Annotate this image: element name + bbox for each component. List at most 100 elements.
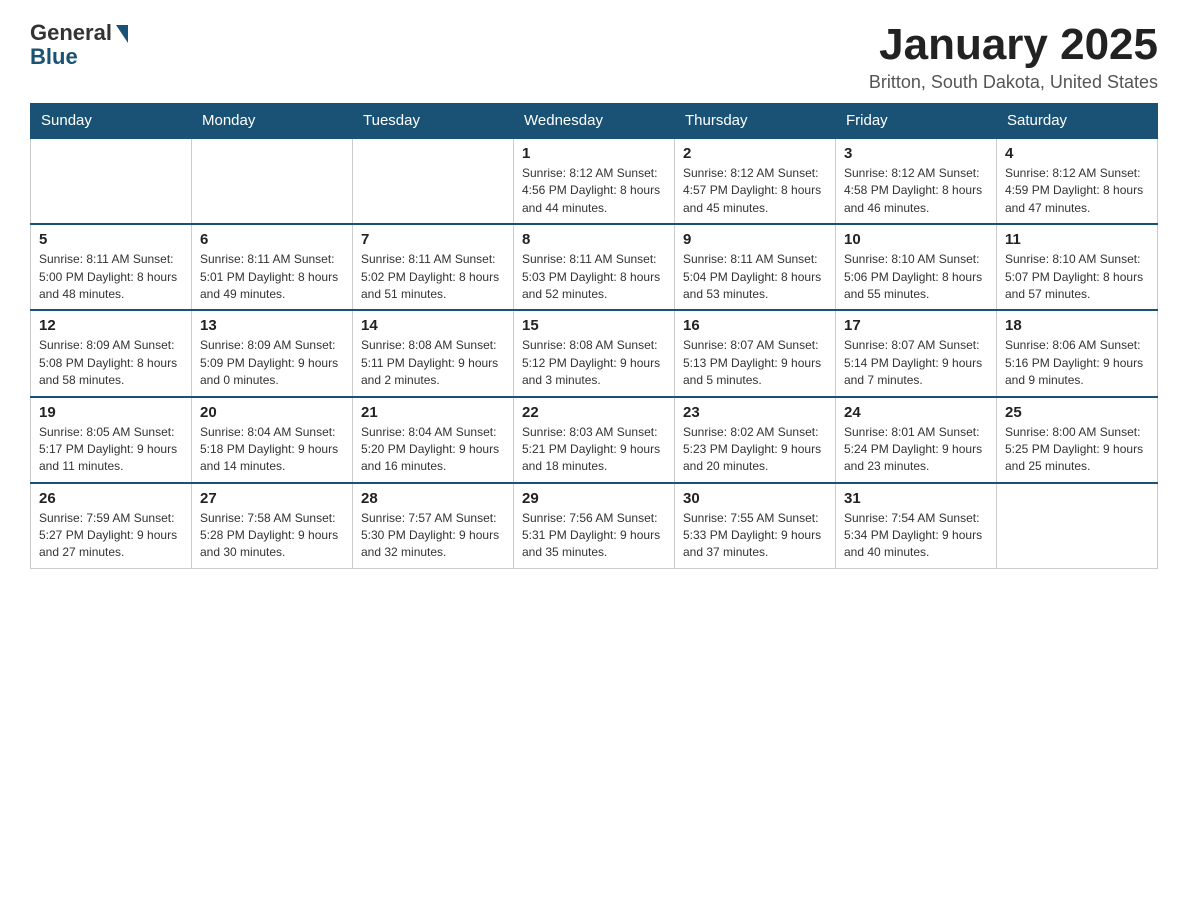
- column-header-sunday: Sunday: [31, 104, 192, 139]
- calendar-cell: 20Sunrise: 8:04 AM Sunset: 5:18 PM Dayli…: [192, 397, 353, 483]
- day-number: 2: [683, 145, 827, 162]
- calendar-cell: 25 Sunrise: 8:00 AM Sunset: 5:25 PM Dayli…: [997, 397, 1158, 483]
- day-info: Sunrise: 8:07 AM Sunset: 5:13 PM Dayligh…: [683, 337, 827, 389]
- calendar-cell: 12 Sunrise: 8:09 AM Sunset: 5:08 PM Dayli…: [31, 310, 192, 396]
- calendar-week-row: 1Sunrise: 8:12 AM Sunset: 4:56 PM Daylig…: [31, 138, 1158, 224]
- day-number: 29: [522, 490, 666, 507]
- day-info: Sunrise: 8:10 AM Sunset: 5:06 PM Dayligh…: [844, 251, 988, 303]
- calendar-cell: [192, 138, 353, 224]
- day-info: Sunrise: 8:00 AM Sunset: 5:25 PM Dayligh…: [1005, 424, 1149, 476]
- day-info: Sunrise: 8:11 AM Sunset: 5:01 PM Dayligh…: [200, 251, 344, 303]
- day-info: Sunrise: 8:11 AM Sunset: 5:00 PM Dayligh…: [39, 251, 183, 303]
- day-number: 12: [39, 317, 183, 334]
- day-number: 7: [361, 231, 505, 248]
- day-number: 9: [683, 231, 827, 248]
- calendar-week-row: 26Sunrise: 7:59 AM Sunset: 5:27 PM Dayli…: [31, 483, 1158, 569]
- day-number: 13: [200, 317, 344, 334]
- day-info: Sunrise: 8:08 AM Sunset: 5:11 PM Dayligh…: [361, 337, 505, 389]
- day-info: Sunrise: 7:55 AM Sunset: 5:33 PM Dayligh…: [683, 510, 827, 562]
- day-info: Sunrise: 8:04 AM Sunset: 5:20 PM Dayligh…: [361, 424, 505, 476]
- day-number: 30: [683, 490, 827, 507]
- calendar-cell: 15 Sunrise: 8:08 AM Sunset: 5:12 PM Dayli…: [514, 310, 675, 396]
- day-number: 18: [1005, 317, 1149, 334]
- calendar-cell: 18 Sunrise: 8:06 AM Sunset: 5:16 PM Dayli…: [997, 310, 1158, 396]
- day-info: Sunrise: 7:57 AM Sunset: 5:30 PM Dayligh…: [361, 510, 505, 562]
- calendar-cell: 4 Sunrise: 8:12 AM Sunset: 4:59 PM Daylig…: [997, 138, 1158, 224]
- day-number: 19: [39, 404, 183, 421]
- calendar-cell: 17Sunrise: 8:07 AM Sunset: 5:14 PM Dayli…: [836, 310, 997, 396]
- calendar-cell: 29 Sunrise: 7:56 AM Sunset: 5:31 PM Dayli…: [514, 483, 675, 569]
- day-number: 8: [522, 231, 666, 248]
- day-info: Sunrise: 8:12 AM Sunset: 4:58 PM Dayligh…: [844, 165, 988, 217]
- day-number: 31: [844, 490, 988, 507]
- day-number: 23: [683, 404, 827, 421]
- calendar-cell: 3 Sunrise: 8:12 AM Sunset: 4:58 PM Daylig…: [836, 138, 997, 224]
- day-number: 28: [361, 490, 505, 507]
- day-info: Sunrise: 7:54 AM Sunset: 5:34 PM Dayligh…: [844, 510, 988, 562]
- day-info: Sunrise: 7:58 AM Sunset: 5:28 PM Dayligh…: [200, 510, 344, 562]
- day-info: Sunrise: 8:12 AM Sunset: 4:59 PM Dayligh…: [1005, 165, 1149, 217]
- calendar-cell: 10 Sunrise: 8:10 AM Sunset: 5:06 PM Dayli…: [836, 224, 997, 310]
- day-number: 15: [522, 317, 666, 334]
- day-number: 10: [844, 231, 988, 248]
- day-number: 3: [844, 145, 988, 162]
- day-info: Sunrise: 8:07 AM Sunset: 5:14 PM Dayligh…: [844, 337, 988, 389]
- calendar-cell: 26Sunrise: 7:59 AM Sunset: 5:27 PM Dayli…: [31, 483, 192, 569]
- day-info: Sunrise: 7:56 AM Sunset: 5:31 PM Dayligh…: [522, 510, 666, 562]
- calendar-table: SundayMondayTuesdayWednesdayThursdayFrid…: [30, 103, 1158, 569]
- calendar-cell: 30 Sunrise: 7:55 AM Sunset: 5:33 PM Dayli…: [675, 483, 836, 569]
- day-info: Sunrise: 8:11 AM Sunset: 5:03 PM Dayligh…: [522, 251, 666, 303]
- day-number: 16: [683, 317, 827, 334]
- calendar-cell: 13 Sunrise: 8:09 AM Sunset: 5:09 PM Dayli…: [192, 310, 353, 396]
- calendar-cell: 7 Sunrise: 8:11 AM Sunset: 5:02 PM Daylig…: [353, 224, 514, 310]
- calendar-cell: 2Sunrise: 8:12 AM Sunset: 4:57 PM Daylig…: [675, 138, 836, 224]
- calendar-cell: [31, 138, 192, 224]
- logo-blue-text: Blue: [30, 44, 128, 70]
- day-info: Sunrise: 8:05 AM Sunset: 5:17 PM Dayligh…: [39, 424, 183, 476]
- calendar-cell: 22Sunrise: 8:03 AM Sunset: 5:21 PM Dayli…: [514, 397, 675, 483]
- month-title: January 2025: [869, 20, 1158, 70]
- calendar-cell: 24Sunrise: 8:01 AM Sunset: 5:24 PM Dayli…: [836, 397, 997, 483]
- day-number: 21: [361, 404, 505, 421]
- calendar-cell: 6Sunrise: 8:11 AM Sunset: 5:01 PM Daylig…: [192, 224, 353, 310]
- day-info: Sunrise: 8:10 AM Sunset: 5:07 PM Dayligh…: [1005, 251, 1149, 303]
- day-number: 20: [200, 404, 344, 421]
- day-number: 22: [522, 404, 666, 421]
- calendar-cell: 8 Sunrise: 8:11 AM Sunset: 5:03 PM Daylig…: [514, 224, 675, 310]
- day-info: Sunrise: 7:59 AM Sunset: 5:27 PM Dayligh…: [39, 510, 183, 562]
- calendar-cell: 5 Sunrise: 8:11 AM Sunset: 5:00 PM Daylig…: [31, 224, 192, 310]
- calendar-cell: 14 Sunrise: 8:08 AM Sunset: 5:11 PM Dayli…: [353, 310, 514, 396]
- calendar-cell: 1Sunrise: 8:12 AM Sunset: 4:56 PM Daylig…: [514, 138, 675, 224]
- calendar-cell: 21 Sunrise: 8:04 AM Sunset: 5:20 PM Dayli…: [353, 397, 514, 483]
- day-info: Sunrise: 8:11 AM Sunset: 5:02 PM Dayligh…: [361, 251, 505, 303]
- calendar-cell: 31 Sunrise: 7:54 AM Sunset: 5:34 PM Dayli…: [836, 483, 997, 569]
- logo-arrow-icon: [116, 25, 128, 43]
- calendar-cell: 27 Sunrise: 7:58 AM Sunset: 5:28 PM Dayli…: [192, 483, 353, 569]
- calendar-cell: [353, 138, 514, 224]
- day-info: Sunrise: 8:02 AM Sunset: 5:23 PM Dayligh…: [683, 424, 827, 476]
- column-header-wednesday: Wednesday: [514, 104, 675, 139]
- day-info: Sunrise: 8:11 AM Sunset: 5:04 PM Dayligh…: [683, 251, 827, 303]
- day-number: 4: [1005, 145, 1149, 162]
- calendar-cell: [997, 483, 1158, 569]
- day-number: 11: [1005, 231, 1149, 248]
- day-info: Sunrise: 8:09 AM Sunset: 5:09 PM Dayligh…: [200, 337, 344, 389]
- calendar-cell: 19 Sunrise: 8:05 AM Sunset: 5:17 PM Dayli…: [31, 397, 192, 483]
- day-number: 1: [522, 145, 666, 162]
- day-number: 27: [200, 490, 344, 507]
- day-info: Sunrise: 8:06 AM Sunset: 5:16 PM Dayligh…: [1005, 337, 1149, 389]
- day-number: 24: [844, 404, 988, 421]
- calendar-cell: 23 Sunrise: 8:02 AM Sunset: 5:23 PM Dayli…: [675, 397, 836, 483]
- day-info: Sunrise: 8:09 AM Sunset: 5:08 PM Dayligh…: [39, 337, 183, 389]
- calendar-cell: 11 Sunrise: 8:10 AM Sunset: 5:07 PM Dayli…: [997, 224, 1158, 310]
- column-header-thursday: Thursday: [675, 104, 836, 139]
- location-text: Britton, South Dakota, United States: [869, 72, 1158, 93]
- day-info: Sunrise: 8:08 AM Sunset: 5:12 PM Dayligh…: [522, 337, 666, 389]
- logo: General Blue: [30, 20, 128, 70]
- day-number: 25: [1005, 404, 1149, 421]
- day-number: 14: [361, 317, 505, 334]
- calendar-cell: 9 Sunrise: 8:11 AM Sunset: 5:04 PM Daylig…: [675, 224, 836, 310]
- logo-general-text: General: [30, 20, 112, 46]
- day-number: 5: [39, 231, 183, 248]
- column-header-tuesday: Tuesday: [353, 104, 514, 139]
